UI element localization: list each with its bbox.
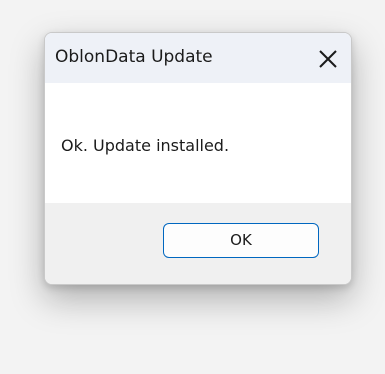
- message-dialog: OblonData Update Ok. Update installed. O…: [44, 32, 352, 285]
- close-icon: [319, 50, 337, 68]
- dialog-title: OblonData Update: [55, 47, 213, 67]
- dialog-footer: OK: [45, 203, 351, 284]
- dialog-title-bar: OblonData Update: [45, 33, 351, 83]
- dialog-message: Ok. Update installed.: [61, 136, 230, 155]
- ok-button[interactable]: OK: [163, 223, 319, 258]
- close-button[interactable]: [311, 42, 345, 76]
- dialog-body: Ok. Update installed.: [45, 83, 351, 203]
